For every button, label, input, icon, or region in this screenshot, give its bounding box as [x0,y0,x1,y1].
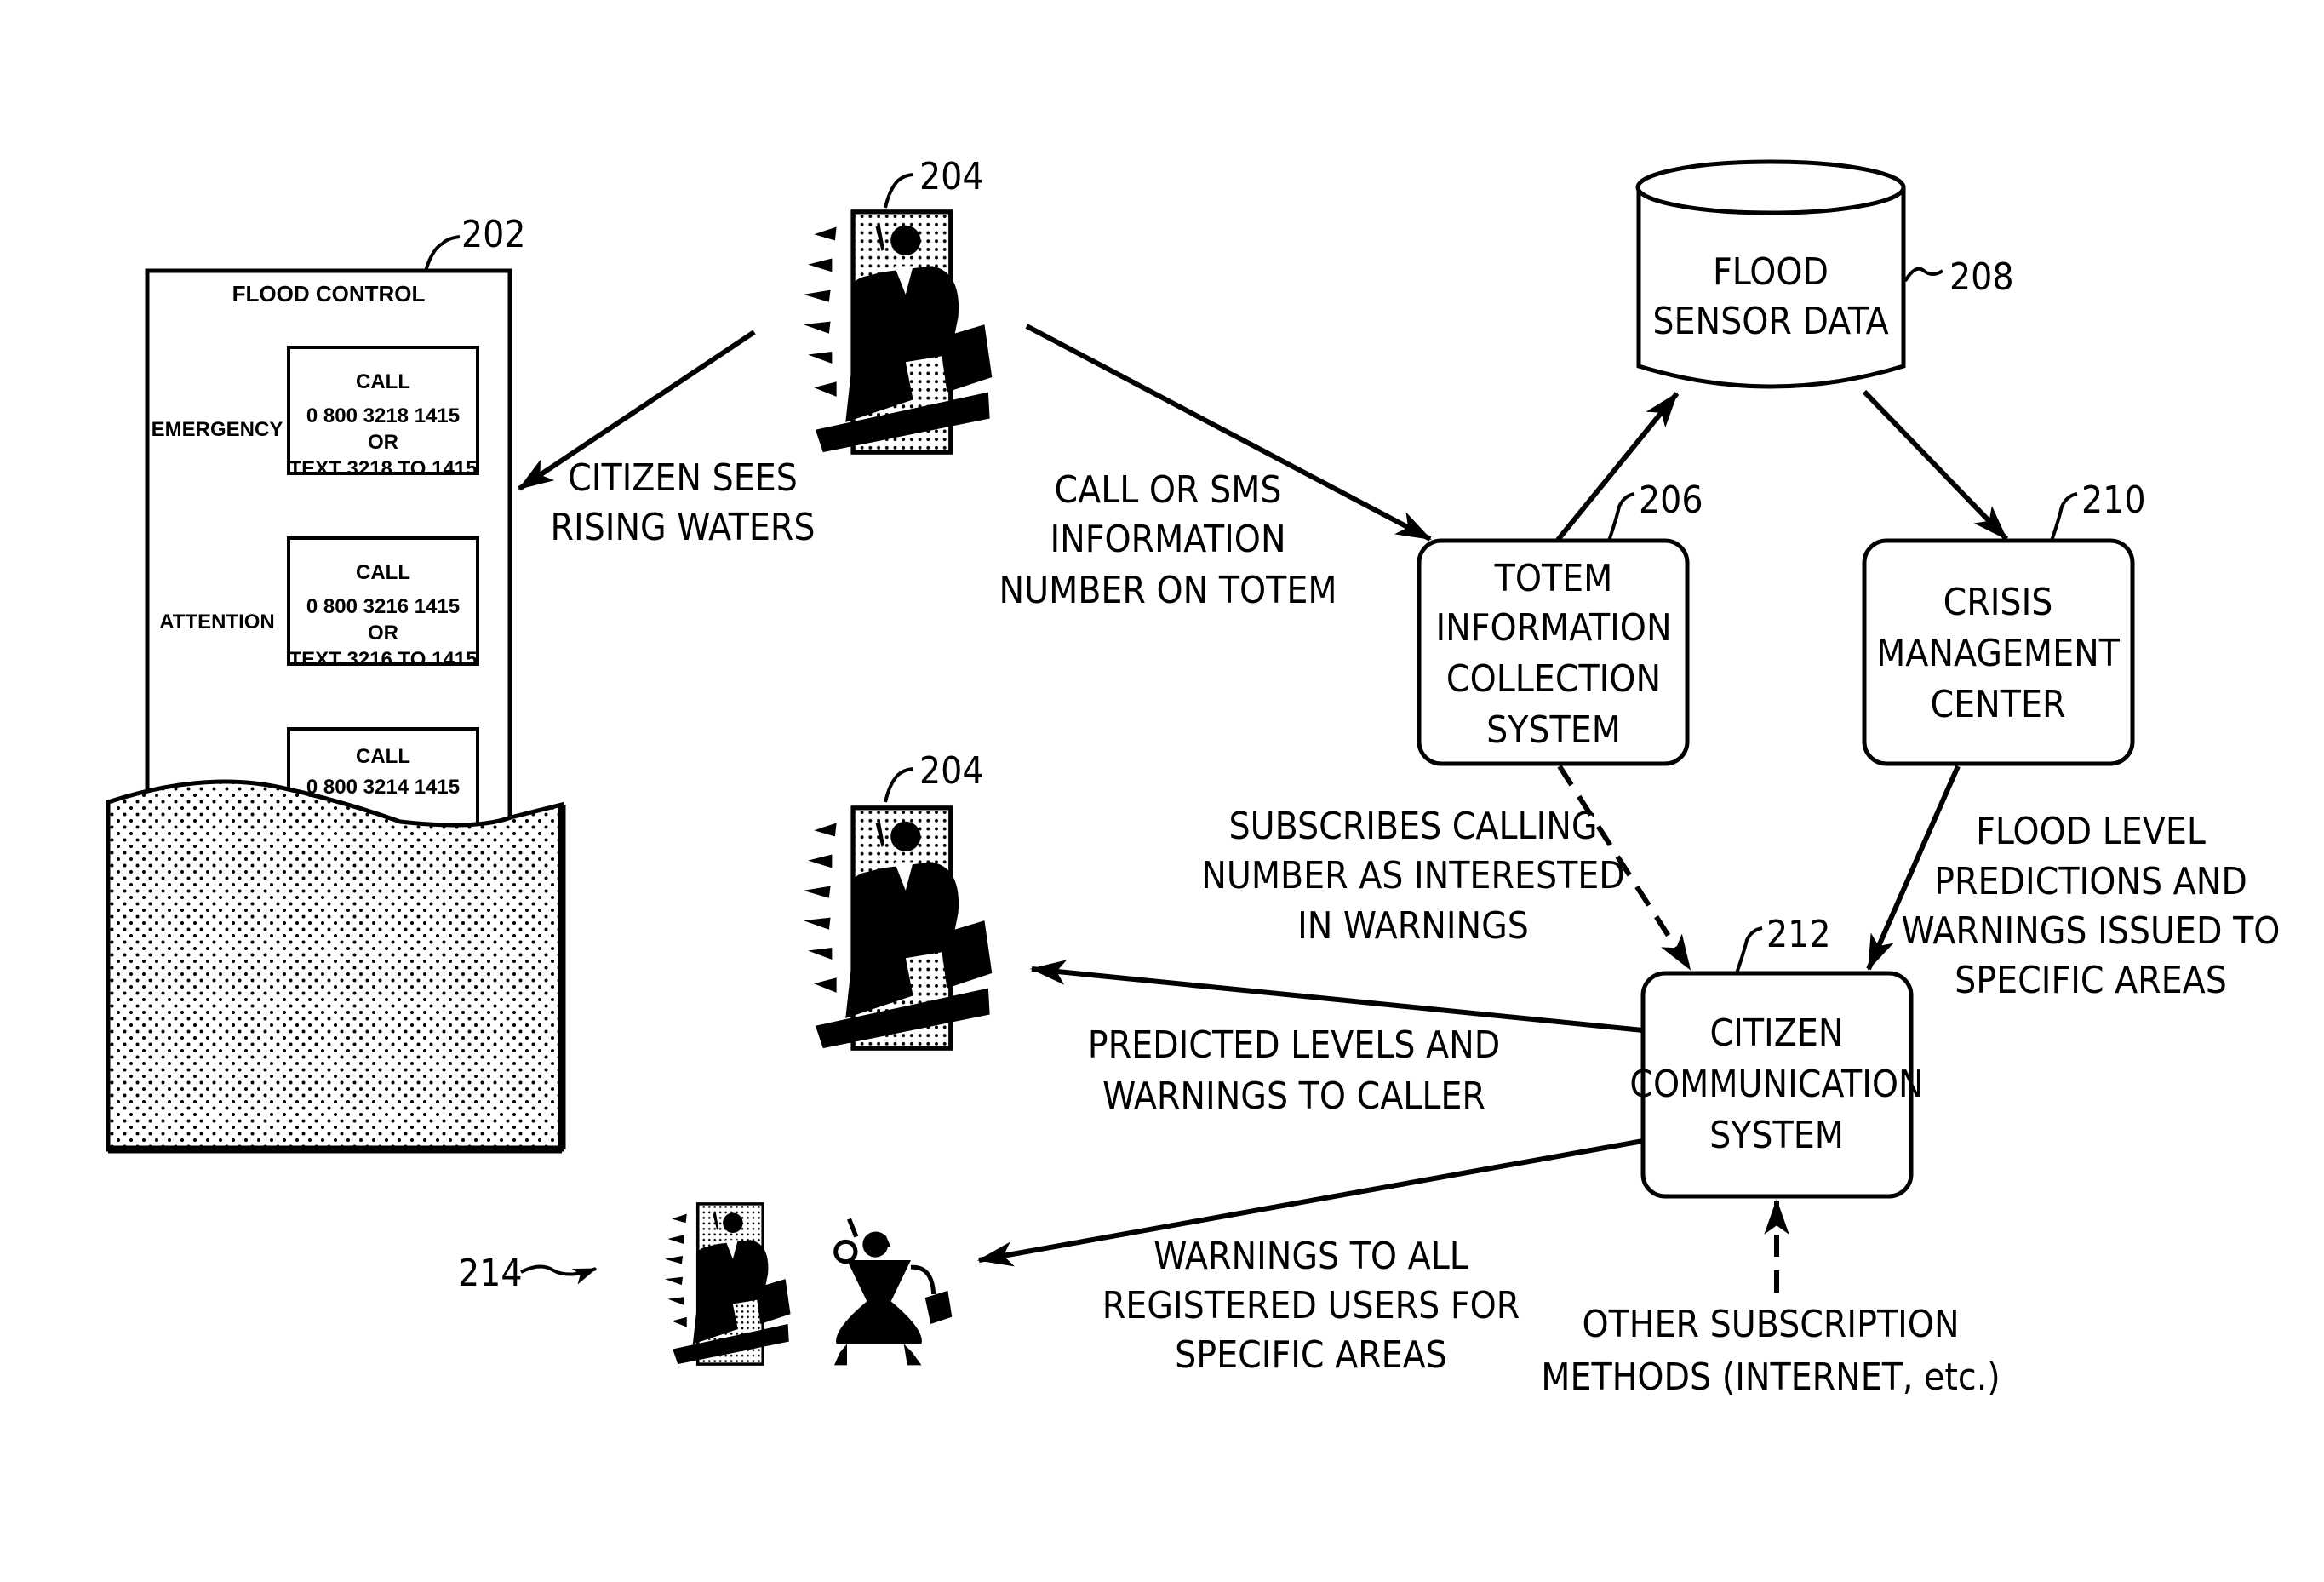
node-flood-sensor-data: FLOOD SENSOR DATA 208 [1635,159,2014,389]
sign-line: CALL [356,745,410,768]
node-label: SYSTEM [1486,708,1621,752]
edge-label: CALL OR SMS [1054,468,1281,512]
edge-label: FLOOD LEVEL [1976,810,2206,853]
citizen-mid: 204 [804,749,992,1048]
edge-label: PREDICTED LEVELS AND [1088,1023,1500,1067]
ref-214: 214 [458,1252,523,1295]
node-label: SENSOR DATA [1652,300,1888,343]
leader-line [424,235,461,272]
arrow-sensor-to-crisis [1862,389,2009,542]
edge-label: NUMBER ON TOTEM [999,569,1337,612]
node-citizen-comm: CITIZEN COMMUNICATION SYSTEM 212 [1629,913,1924,1199]
sign-text-number: TEXT 3216 TO 1415 [289,648,477,671]
leader-line [1903,267,1944,283]
businesswoman-phone-icon [834,1218,952,1366]
ref-204-mid: 204 [919,749,984,793]
edge-label: RISING WATERS [550,506,815,549]
leader-line [884,173,913,209]
ref-210: 210 [2081,479,2146,522]
sign-level-emergency: EMERGENCY [152,418,283,441]
sign-line: CALL [356,370,410,393]
edge-label: PREDICTIONS AND [1934,860,2247,903]
flood-warning-system-diagram: FLOOD CONTROL EMERGENCY CALL 0 800 3218 … [106,155,2281,1399]
businessman-phone-icon [804,808,992,1048]
edge-label: WARNINGS ISSUED TO [1902,909,2281,953]
node-label: CENTER [1931,683,2066,726]
flood-control-sign: FLOOD CONTROL EMERGENCY CALL 0 800 3218 … [106,213,566,1154]
edge-label: SUBSCRIBES CALLING [1228,805,1597,848]
ref-204-top: 204 [919,155,984,198]
sign-phone-number: 0 800 3218 1415 [306,404,460,427]
edge-label: OTHER SUBSCRIPTION [1582,1303,1959,1346]
ref-202: 202 [461,213,526,256]
node-totem-system: TOTEM INFORMATION COLLECTION SYSTEM 206 [1417,479,1703,766]
edge-label: INFORMATION [1050,518,1285,561]
node-label: CITIZEN [1710,1012,1844,1055]
sign-phone-number: 0 800 3214 1415 [306,776,460,799]
leader-line [884,767,913,803]
edge-label: WARNINGS TO ALL [1153,1235,1468,1278]
businessman-phone-icon [804,212,992,452]
leader-line [1607,492,1635,542]
sign-level-attention: ATTENTION [159,610,275,633]
leader-arrow [520,1264,598,1285]
sign-line: CALL [356,561,410,584]
registered-users: 214 [458,1204,952,1365]
edge-label: WARNINGS TO CALLER [1102,1075,1485,1118]
ref-208: 208 [1949,255,2014,299]
node-label: FLOOD [1713,250,1829,294]
node-label: TOTEM [1494,557,1613,600]
node-label: COMMUNICATION [1629,1063,1923,1106]
node-label: MANAGEMENT [1876,632,2121,675]
edge-label: SPECIFIC AREAS [1955,959,2227,1002]
node-label: INFORMATION [1435,606,1671,650]
sign-title: FLOOD CONTROL [232,281,426,307]
leader-line [1735,926,1763,974]
leader-line [2050,492,2078,542]
edge-label: METHODS (INTERNET, etc.) [1541,1356,2000,1399]
sign-line: OR [368,431,398,454]
arrow-comm-to-caller [1029,960,1644,1033]
sign-text-number: TEXT 3218 TO 1415 [289,457,477,480]
edge-label: REGISTERED USERS FOR [1102,1284,1520,1327]
edge-label: IN WARNINGS [1297,904,1529,948]
edge-label: NUMBER AS INTERESTED [1201,854,1625,897]
node-label: CRISIS [1943,581,2053,624]
edge-label: SPECIFIC AREAS [1175,1333,1447,1377]
edge-label: CITIZEN SEES [568,456,798,500]
flood-water-icon [106,779,564,1152]
sign-phone-number: 0 800 3216 1415 [306,595,460,618]
sign-line: OR [368,622,398,645]
node-crisis-center: CRISIS MANAGEMENT CENTER 210 [1862,479,2146,766]
node-label: COLLECTION [1446,657,1661,701]
businessman-phone-icon [665,1204,791,1364]
citizen-top: 204 [804,155,992,452]
ref-206: 206 [1639,479,1703,522]
node-label: SYSTEM [1709,1114,1844,1157]
ref-212: 212 [1766,913,1831,956]
